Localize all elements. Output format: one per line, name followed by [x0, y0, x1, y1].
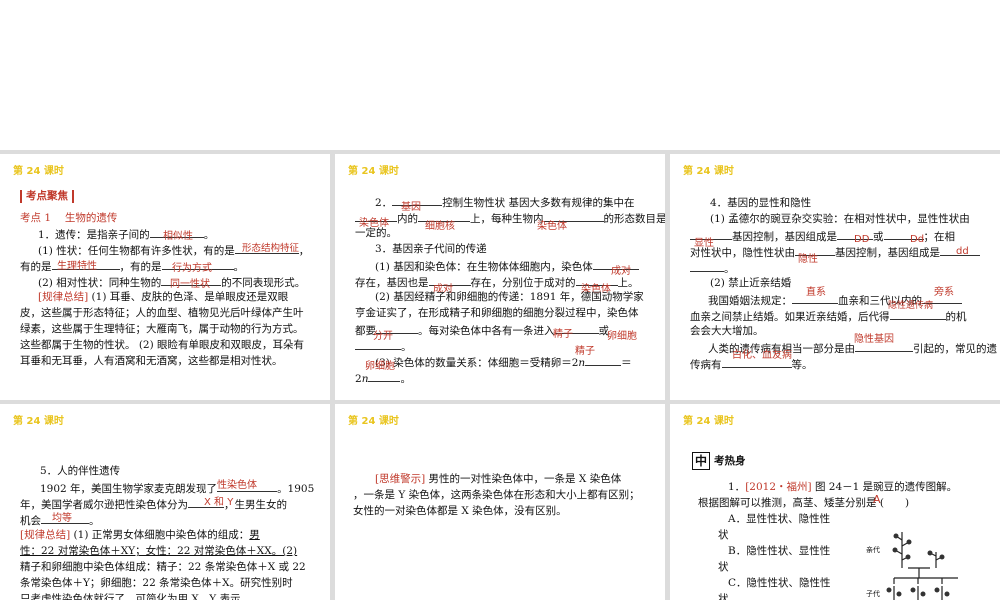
line: 5．人的伴性遗传 — [40, 465, 121, 477]
line: [思维警示] 男性的一对性染色体中，一条是 X 染色体 — [375, 473, 622, 485]
slide-header: 第 24 课时 — [348, 166, 399, 177]
line: 只考虑性染色体就行了，可简化为用 X、Y 表示。 — [20, 593, 252, 600]
option-a[interactable]: A．显性性状、隐性性 — [728, 512, 830, 528]
pea-genetics-figure — [886, 532, 958, 600]
line: 3．基因亲子代间的传递 — [375, 243, 487, 255]
line: 2n。 — [355, 370, 411, 388]
line: 4．基因的显性和隐性 — [710, 197, 812, 209]
line: 。 — [355, 338, 412, 356]
slide-6: 第 24 课时 中 考热身 1．[2012・福州] 图 24－1 是豌豆的遗传图… — [670, 404, 1000, 600]
line: 耳垂和无耳垂，人有酒窝和无酒窝，这些都是相对性状。 — [20, 355, 283, 367]
answer: 卵细胞 — [607, 331, 637, 342]
section-title: 考热身 — [714, 455, 746, 467]
line: 血亲之间禁止结婚。如果近亲结婚，后代得 的机 — [690, 308, 967, 326]
answer: 同一性状 — [170, 279, 210, 290]
answer: 染色体 — [537, 221, 567, 232]
line: (3) 染色体的数量关系：体细胞＝受精卵＝2n ＝ — [375, 354, 632, 372]
line: 会会大大增加。 — [690, 325, 764, 337]
answer: 性染色体 — [217, 480, 257, 491]
option-b-cont: 状 — [718, 561, 729, 573]
line: [规律总结] (1) 正常男女体细胞中染色体的组成：男 — [20, 529, 260, 541]
answer: 生理特性 — [57, 261, 97, 272]
line: 1902 年，美国生物学家麦克朗发现了 。1905 — [40, 480, 314, 498]
answer: 精子 — [553, 329, 573, 340]
point-title: 考点 1 生物的遗传 — [20, 212, 118, 224]
slide-4: 第 24 课时 5．人的伴性遗传 1902 年，美国生物学家麦克朗发现了 。190… — [0, 404, 330, 600]
line: ，一条是 Y 染色体，这两条染色体在形态和大小上都有区别； — [353, 489, 640, 501]
slide-header: 第 24 课时 — [348, 416, 399, 427]
line: 条常染色体＋Y；卵细胞：22 条常染色体＋X。研究性别时 — [20, 577, 293, 589]
line: 这些都属于生物的性状。 (2) 眼睑有单眼皮和双眼皮，耳朵有 — [20, 339, 305, 351]
line: 女性的一对染色体都是 X 染色体，没有区别。 — [353, 505, 567, 517]
line: 性：22 对常染色体＋XY；女性：22 对常染色体＋XX。(2) — [20, 545, 298, 557]
option-c[interactable]: C．隐性性状、隐性性 — [728, 576, 831, 592]
line: 绿素，这些属于生理特征；大雁南飞，属于动物的行为方式。 — [20, 323, 304, 335]
line: 亨金证实了，在形成精子和卵细胞的细胞分裂过程中，染色体 — [355, 307, 639, 319]
answer: 相似性 — [163, 231, 193, 242]
line: 对性状中，隐性性状由 基因控制，基因组成是 — [690, 244, 980, 262]
option-c-cont: 状 — [718, 593, 729, 600]
slide-header: 第 24 课时 — [13, 416, 64, 427]
answer: A — [873, 493, 881, 506]
slide-5: 第 24 课时 [思维警示] 男性的一对性染色体中，一条是 X 染色体 ，一条是… — [335, 404, 665, 600]
answer: 均等 — [52, 513, 72, 524]
figure-label-child: 子代 — [866, 590, 880, 598]
slide-3: 第 24 课时 4．基因的显性和隐性 (1) 孟德尔的豌豆杂交实验：在相对性状中… — [670, 154, 1000, 400]
line: 传病有 等。 — [690, 356, 813, 374]
line: (1) 基因和染色体：在生物体体细胞内，染色体 — [375, 258, 639, 276]
slide-header: 第 24 课时 — [683, 166, 734, 177]
slide-header: 第 24 课时 — [13, 166, 64, 177]
section-tag: 考点聚焦 — [20, 190, 74, 203]
answer: 行为方式 — [172, 263, 212, 274]
answer: 细胞核 — [425, 221, 455, 232]
line: 内的 上，每种生物内 的形态数目是 — [355, 210, 665, 228]
slide-1: 第 24 课时 考点聚焦 考点 1 生物的遗传 1．遗传：是指亲子间的。 相似性… — [0, 154, 330, 400]
line: 皮，这些属于形态特征；人的血型、植物见光后叶绿体产生叶 — [20, 307, 304, 319]
slide-2: 第 24 课时 2． 控制生物性状 基因大多数有规律的集中在 基因 内的 上，每种生… — [335, 154, 665, 400]
line: 精子和卵细胞中染色体组成：精子：22 条常染色体＋X 或 22 — [20, 561, 306, 573]
answer: X 和 Y — [204, 497, 234, 508]
answer: 形态结构特征 — [242, 243, 300, 254]
line: 一定的。 — [355, 227, 397, 239]
line: (2) 禁止近亲结婚 — [710, 277, 792, 289]
figure-label-parent: 亲代 — [866, 546, 880, 554]
line: [规律总结] (1) 耳垂、皮肤的色泽、是单眼皮还是双眼 — [38, 291, 289, 303]
option-b[interactable]: B．隐性性状、显性性 — [728, 544, 830, 560]
slide-header: 第 24 课时 — [683, 416, 734, 427]
question-line: 1．[2012・福州] 图 24－1 是豌豆的遗传图解。 — [728, 481, 958, 493]
line: (1) 孟德尔的豌豆杂交实验：在相对性状中，显性性状由 — [710, 213, 970, 225]
option-a-cont: 状 — [718, 529, 729, 541]
line: 。 — [690, 260, 735, 278]
answer: dd — [956, 246, 969, 257]
top-blank-area — [0, 0, 1000, 150]
answer: 隐性 — [798, 254, 818, 265]
line: (2) 基因经精子和卵细胞的传递：1891 年，德国动物学家 — [375, 291, 644, 303]
section-mark: 中 — [692, 452, 710, 470]
